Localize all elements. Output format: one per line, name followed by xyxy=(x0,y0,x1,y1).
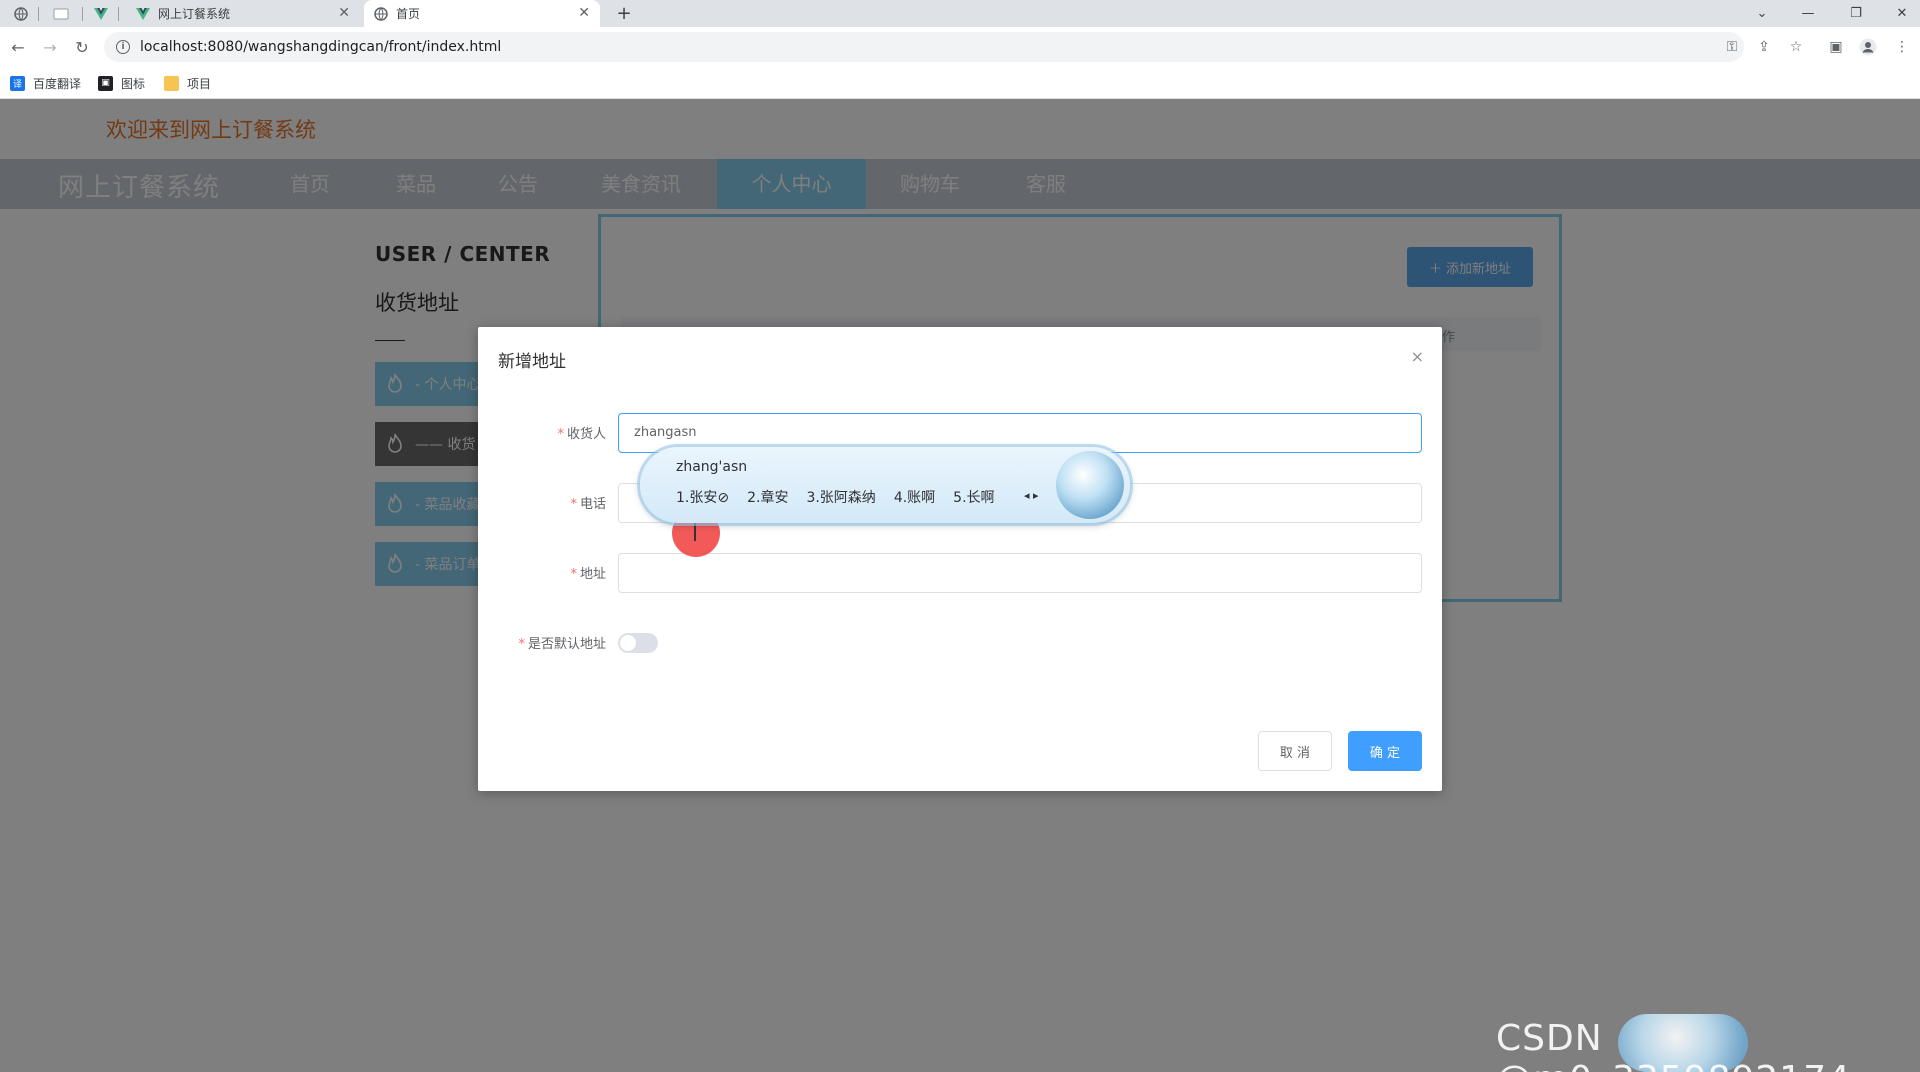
tab-title: 首页 xyxy=(396,7,421,21)
globe-icon[interactable] xyxy=(12,5,30,23)
watermark: CSDN @m0_3359892174 xyxy=(1496,1018,1850,1072)
browser-tab-strip: 网上订餐系统 ✕ 首页 ✕ + ⌄ — ❐ ✕ xyxy=(0,0,1920,27)
menu-kebab-icon[interactable]: ⋮ xyxy=(1892,37,1912,57)
address-label: * 地址 xyxy=(570,567,606,582)
confirm-button[interactable]: 确 定 xyxy=(1348,731,1422,771)
consignee-label: * 收货人 xyxy=(557,427,606,442)
ime-candidate[interactable]: 5.长啊 xyxy=(953,487,994,507)
ime-page-arrows-icon[interactable]: ◂ ▸ xyxy=(1024,489,1039,502)
bookmark-project[interactable]: 项目 xyxy=(164,73,211,93)
close-window-icon[interactable]: ✕ xyxy=(1892,3,1912,23)
text-cursor-icon xyxy=(694,523,696,541)
tab-title: 网上订餐系统 xyxy=(158,7,231,21)
default-address-toggle[interactable] xyxy=(618,633,658,653)
info-icon[interactable]: i xyxy=(116,40,130,54)
tab-home[interactable]: 首页 ✕ xyxy=(364,0,600,27)
bookmark-label: 图标 xyxy=(121,76,146,91)
required-mark: * xyxy=(570,497,577,512)
key-icon[interactable]: ⚿ xyxy=(1722,37,1742,57)
vue-icon xyxy=(136,7,150,21)
translate-icon: 译 xyxy=(10,75,25,91)
url-field[interactable]: i localhost:8080/wangshangdingcan/front/… xyxy=(104,32,1744,62)
ime-candidate[interactable]: 2.章安 xyxy=(747,487,788,507)
side-panel-icon[interactable]: ▣ xyxy=(1826,37,1846,57)
tab-close-icon[interactable]: ✕ xyxy=(578,5,590,21)
profile-icon[interactable] xyxy=(1858,37,1878,57)
add-address-dialog: 新增地址 × * 收货人 zhangasn * 电话 * 地址 * 是否默认地址 取 消… xyxy=(478,327,1442,791)
bookmark-label: 项目 xyxy=(187,76,212,91)
tab-separator xyxy=(82,7,83,21)
bookmark-icons[interactable]: ▣ 图标 xyxy=(98,73,145,93)
tab-separator xyxy=(38,7,39,21)
ime-composition: zhang'asn xyxy=(676,459,748,475)
vue-icon[interactable] xyxy=(92,5,110,23)
tab-close-icon[interactable]: ✕ xyxy=(338,5,350,21)
url-text: localhost:8080/wangshangdingcan/front/in… xyxy=(140,39,502,55)
ime-candidate-list: 1.张安⊘ 2.章安 3.张阿森纳 4.账啊 5.长啊 xyxy=(676,487,1013,507)
ime-logo-icon xyxy=(1056,451,1124,519)
minimize-icon[interactable]: — xyxy=(1798,3,1818,23)
tab-separator xyxy=(118,7,119,21)
cancel-button[interactable]: 取 消 xyxy=(1258,731,1332,771)
reload-icon[interactable]: ↻ xyxy=(72,37,92,57)
tab-order-system[interactable]: 网上订餐系统 ✕ xyxy=(126,0,360,27)
globe-icon xyxy=(374,6,388,21)
toggle-knob xyxy=(620,635,636,651)
restore-icon[interactable]: ❐ xyxy=(1846,3,1866,23)
dialog-title: 新增地址 xyxy=(498,352,566,372)
required-mark: * xyxy=(570,567,577,582)
address-input[interactable] xyxy=(618,553,1422,593)
tab-pinned[interactable] xyxy=(52,5,70,23)
phone-label: * 电话 xyxy=(570,497,606,512)
new-tab-button[interactable]: + xyxy=(614,3,634,24)
address-bar: ← → ↻ i localhost:8080/wangshangdingcan/… xyxy=(0,27,1920,67)
forward-arrow-icon[interactable]: → xyxy=(40,37,60,57)
ime-candidate-window: zhang'asn 1.张安⊘ 2.章安 3.张阿森纳 4.账啊 5.长啊 ◂ … xyxy=(640,447,1130,523)
web-page: 欢迎来到网上订餐系统 网上订餐系统 首页 菜品 公告 美食资讯 个人中心 购物车… xyxy=(0,99,1920,1072)
bookmarks-bar: 译 百度翻译 ▣ 图标 项目 xyxy=(0,67,1920,99)
bookmark-baidu-translate[interactable]: 译 百度翻译 xyxy=(10,73,81,93)
required-mark: * xyxy=(557,427,564,442)
share-icon[interactable]: ⇪ xyxy=(1754,37,1774,57)
default-address-label: * 是否默认地址 xyxy=(518,637,606,652)
ime-candidate[interactable]: 1.张安⊘ xyxy=(676,487,729,507)
image-icon: ▣ xyxy=(98,75,113,91)
ime-candidate[interactable]: 4.账啊 xyxy=(894,487,935,507)
ime-candidate[interactable]: 3.张阿森纳 xyxy=(806,487,875,507)
close-icon[interactable]: × xyxy=(1411,347,1424,366)
star-icon[interactable]: ☆ xyxy=(1786,37,1806,57)
bookmark-label: 百度翻译 xyxy=(33,76,82,91)
back-arrow-icon[interactable]: ← xyxy=(8,37,28,57)
required-mark: * xyxy=(518,637,525,652)
tab-search-icon[interactable]: ⌄ xyxy=(1752,3,1772,23)
folder-icon xyxy=(164,75,179,91)
